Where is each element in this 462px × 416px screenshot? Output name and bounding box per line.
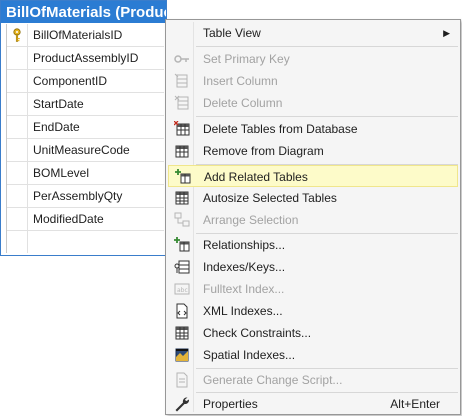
column-name: StartDate: [33, 97, 84, 111]
row-selector[interactable]: [7, 116, 28, 138]
remove-table-icon: [175, 145, 189, 158]
table-row[interactable]: PerAssemblyQty: [7, 185, 164, 208]
menu-item-label: Relationships...: [203, 238, 286, 252]
check-constraints-icon: [175, 326, 189, 340]
row-selector[interactable]: [7, 208, 28, 230]
insert-column-icon: [174, 73, 188, 88]
menu-item-relationships[interactable]: Relationships...: [168, 234, 458, 256]
menu-item-label: Add Related Tables: [204, 170, 308, 184]
add-related-icon: [175, 169, 191, 184]
menu-item-table-view[interactable]: Table View ▶: [168, 22, 458, 44]
menu-item-label: Properties: [203, 397, 258, 411]
row-selector[interactable]: [7, 47, 28, 69]
table-title[interactable]: BillOfMaterials (Production): [1, 1, 166, 23]
menu-item-label: Delete Tables from Database: [203, 122, 358, 136]
menu-item-label: Generate Change Script...: [203, 373, 343, 387]
context-menu: Table View ▶ Set Primary Key Insert Colu…: [165, 19, 461, 415]
menu-item-delete-column[interactable]: Delete Column: [168, 92, 458, 114]
menu-item-properties[interactable]: Properties Alt+Enter: [168, 393, 458, 415]
column-name: ProductAssemblyID: [33, 51, 139, 65]
table-row-empty[interactable]: [7, 231, 164, 254]
menu-item-spatial-indexes[interactable]: Spatial Indexes...: [168, 344, 458, 366]
table-row[interactable]: ModifiedDate: [7, 208, 164, 231]
menu-item-label: Set Primary Key: [203, 52, 290, 66]
menu-item-check-constraints[interactable]: Check Constraints...: [168, 322, 458, 344]
menu-item-shortcut: Alt+Enter: [390, 397, 440, 411]
menu-item-remove-from-diagram[interactable]: Remove from Diagram: [168, 140, 458, 162]
menu-item-add-related-tables[interactable]: Add Related Tables: [168, 165, 458, 187]
column-name: BOMLevel: [33, 166, 90, 180]
delete-table-icon: [174, 121, 190, 136]
menu-item-label: Check Constraints...: [203, 326, 312, 340]
menu-item-label: Arrange Selection: [203, 213, 299, 227]
row-selector[interactable]: [7, 24, 28, 46]
fulltext-icon: abc: [174, 283, 190, 295]
menu-separator: [196, 46, 458, 47]
menu-item-arrange-selection[interactable]: Arrange Selection: [168, 209, 458, 231]
menu-item-fulltext-index[interactable]: abc Fulltext Index...: [168, 278, 458, 300]
table-row[interactable]: EndDate: [7, 116, 164, 139]
svg-text:abc: abc: [177, 287, 188, 294]
delete-column-icon: [174, 95, 189, 110]
table-row[interactable]: ProductAssemblyID: [7, 47, 164, 70]
menu-separator: [196, 116, 458, 117]
menu-item-label: Autosize Selected Tables: [203, 191, 337, 205]
script-icon: [176, 372, 188, 388]
row-selector[interactable]: [7, 231, 28, 253]
row-selector[interactable]: [7, 162, 28, 184]
submenu-arrow-icon: ▶: [443, 28, 450, 38]
column-name: BillOfMaterialsID: [33, 28, 123, 42]
column-name: UnitMeasureCode: [33, 143, 130, 157]
menu-item-label: XML Indexes...: [203, 304, 283, 318]
menu-item-label: Remove from Diagram: [203, 144, 324, 158]
menu-item-indexes-keys[interactable]: Indexes/Keys...: [168, 256, 458, 278]
menu-item-label: Delete Column: [203, 96, 283, 110]
table-row[interactable]: UnitMeasureCode: [7, 139, 164, 162]
menu-item-label: Table View: [203, 26, 261, 40]
menu-item-generate-change-script[interactable]: Generate Change Script...: [168, 369, 458, 391]
menu-item-label: Fulltext Index...: [203, 282, 285, 296]
table-row[interactable]: BOMLevel: [7, 162, 164, 185]
row-selector[interactable]: [7, 185, 28, 207]
wrench-icon: [175, 397, 190, 412]
menu-item-delete-tables[interactable]: Delete Tables from Database: [168, 118, 458, 140]
menu-item-autosize[interactable]: Autosize Selected Tables: [168, 187, 458, 209]
row-selector[interactable]: [7, 70, 28, 92]
column-name: ModifiedDate: [33, 212, 104, 226]
relationships-icon: [174, 237, 190, 252]
xml-index-icon: [176, 303, 188, 319]
autosize-icon: [175, 191, 189, 205]
table-row[interactable]: BillOfMaterialsID: [7, 24, 164, 47]
menu-item-xml-indexes[interactable]: XML Indexes...: [168, 300, 458, 322]
row-selector[interactable]: [7, 93, 28, 115]
spatial-index-icon: [175, 348, 189, 362]
column-name: EndDate: [33, 120, 80, 134]
table-row[interactable]: ComponentID: [7, 70, 164, 93]
column-name: ComponentID: [33, 74, 108, 88]
row-selector[interactable]: [7, 139, 28, 161]
menu-item-set-primary-key[interactable]: Set Primary Key: [168, 48, 458, 70]
primary-key-icon: [13, 28, 21, 42]
arrange-icon: [174, 212, 190, 227]
table-designer-box[interactable]: BillOfMaterials (Production) BillOfMater…: [0, 0, 167, 256]
column-name: PerAssemblyQty: [33, 189, 123, 203]
column-list: BillOfMaterialsID ProductAssemblyID Comp…: [6, 24, 164, 253]
menu-item-label: Insert Column: [203, 74, 278, 88]
menu-item-label: Indexes/Keys...: [203, 260, 286, 274]
table-row[interactable]: StartDate: [7, 93, 164, 116]
indexes-icon: [174, 260, 190, 274]
menu-item-label: Spatial Indexes...: [203, 348, 296, 362]
key-icon: [174, 55, 189, 63]
menu-item-insert-column[interactable]: Insert Column: [168, 70, 458, 92]
